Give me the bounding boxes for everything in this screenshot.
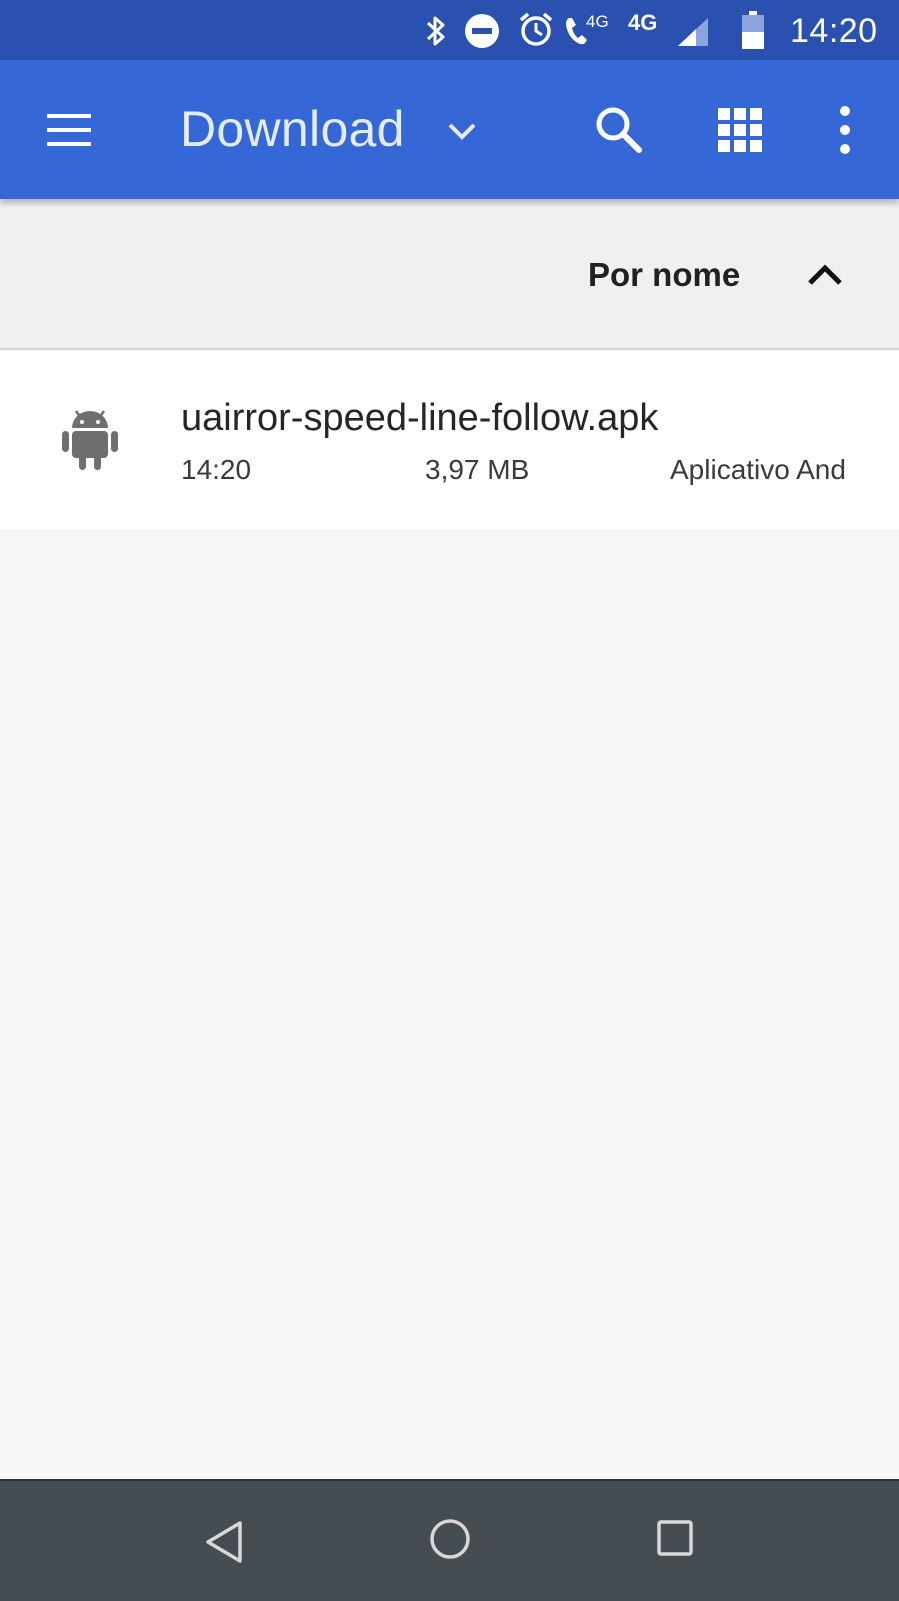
status-bar: 4G 4G 14:20 — [0, 0, 899, 60]
app-bar: Download — [0, 60, 899, 199]
android-icon — [62, 410, 118, 470]
do-not-disturb-icon — [465, 14, 499, 48]
search-icon[interactable] — [593, 104, 645, 156]
menu-icon[interactable] — [44, 110, 94, 150]
alarm-icon — [519, 12, 553, 46]
page-title[interactable]: Download — [180, 100, 405, 158]
network-type: 4G — [628, 10, 658, 35]
file-name: uairror-speed-line-follow.apk — [181, 397, 659, 439]
sort-by-name-button[interactable]: Por nome — [588, 256, 740, 294]
network-type-small: 4G — [586, 12, 609, 31]
list-item[interactable]: uairror-speed-line-follow.apk 14:20 3,97… — [0, 351, 899, 529]
back-icon[interactable] — [200, 1519, 250, 1565]
battery-icon — [742, 11, 764, 49]
file-size: 3,97 MB — [425, 454, 530, 485]
file-time: 14:20 — [181, 454, 252, 485]
signal-icon — [678, 18, 708, 46]
sort-bar: Por nome — [0, 199, 899, 350]
home-icon[interactable] — [428, 1517, 472, 1561]
file-type: Aplicativo And — [670, 454, 846, 485]
bluetooth-icon — [426, 16, 445, 46]
more-vert-icon[interactable] — [830, 104, 860, 156]
grid-view-icon[interactable] — [718, 108, 762, 152]
status-time: 14:20 — [790, 12, 878, 50]
chevron-down-icon[interactable] — [445, 114, 479, 148]
recents-icon[interactable] — [656, 1519, 694, 1557]
navigation-bar — [0, 1479, 899, 1601]
chevron-up-icon[interactable] — [805, 257, 845, 291]
